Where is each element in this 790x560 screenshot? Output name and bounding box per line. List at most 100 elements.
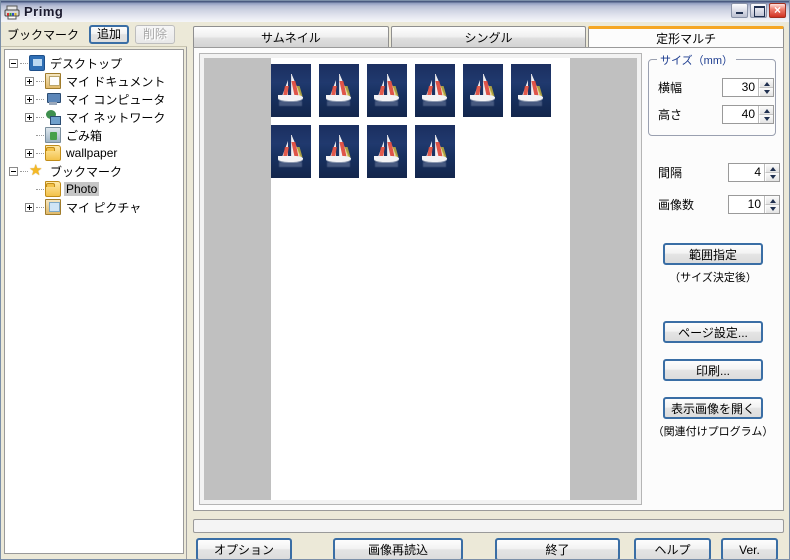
stepper-down-icon[interactable] xyxy=(765,205,779,213)
tab-fixed-multi[interactable]: 定形マルチ xyxy=(588,26,785,48)
options-button[interactable]: オプション xyxy=(196,538,292,559)
tree-item[interactable]: マイ ドキュメント xyxy=(5,72,183,90)
minimize-button[interactable] xyxy=(731,3,748,18)
stepper-arrows[interactable] xyxy=(764,164,779,181)
tab-single[interactable]: シングル xyxy=(390,26,587,48)
height-label: 高さ xyxy=(658,108,683,122)
tree-item-label: wallpaper xyxy=(66,146,118,160)
stepper-arrows[interactable] xyxy=(764,196,779,213)
tree-item[interactable]: wallpaper xyxy=(5,144,183,162)
stepper-up-icon[interactable] xyxy=(759,106,773,115)
tab-label: サムネイル xyxy=(260,31,321,45)
reload-images-button[interactable]: 画像再読込 xyxy=(333,538,463,559)
size-group-box: サイズ（mm） xyxy=(648,52,776,136)
window-controls: × xyxy=(731,3,786,18)
exit-button[interactable]: 終了 xyxy=(495,538,620,559)
stepper-up-icon[interactable] xyxy=(759,79,773,88)
close-button[interactable]: × xyxy=(769,3,786,18)
stepper-arrows[interactable] xyxy=(758,106,773,123)
folder-icon xyxy=(45,145,61,161)
help-button[interactable]: ヘルプ xyxy=(634,538,711,559)
hull xyxy=(326,95,351,101)
thumbnail-image[interactable] xyxy=(415,125,455,178)
thumbnail-image[interactable] xyxy=(271,125,311,178)
delete-bookmark-button: 削除 xyxy=(135,24,176,44)
add-bookmark-button[interactable]: 追加 xyxy=(89,24,130,44)
computer-icon xyxy=(45,91,61,107)
stepper-arrows[interactable] xyxy=(758,79,773,96)
main-area: サムネイル シングル 定形マルチ サイズ（mm） 横幅 30 高さ 40 間隔 … xyxy=(188,22,789,559)
expander-plus-icon[interactable] xyxy=(25,112,34,122)
print-button[interactable]: 印刷... xyxy=(663,359,763,381)
stepper-down-icon[interactable] xyxy=(759,115,773,123)
margin-band-right xyxy=(570,58,637,500)
water-reflection xyxy=(423,162,446,167)
water-reflection xyxy=(375,101,398,106)
tree-item[interactable]: ブックマーク xyxy=(5,161,183,180)
tree-item-label: デスクトップ xyxy=(50,56,123,71)
water-reflection xyxy=(327,162,350,167)
print-preview[interactable] xyxy=(199,53,642,505)
thumbnail-image[interactable] xyxy=(271,64,311,117)
hull xyxy=(422,95,447,101)
expander-minus-icon[interactable] xyxy=(9,166,18,176)
tree-connector xyxy=(36,188,44,190)
spacing-field-row: 間隔 4 xyxy=(658,163,780,182)
height-value[interactable]: 40 xyxy=(723,106,758,123)
tree-item[interactable]: マイ ピクチャ xyxy=(5,198,183,216)
count-value[interactable]: 10 xyxy=(729,196,764,213)
count-label: 画像数 xyxy=(658,198,695,212)
expander-minus-icon[interactable] xyxy=(9,58,18,68)
tree-connector xyxy=(36,152,44,154)
thumbnail-image[interactable] xyxy=(319,64,359,117)
stepper-up-icon[interactable] xyxy=(765,164,779,173)
page-setup-button[interactable]: ページ設定... xyxy=(663,321,763,343)
thumbnail-image[interactable] xyxy=(367,125,407,178)
tree-item[interactable]: マイ コンピュータ xyxy=(5,90,183,108)
range-select-button[interactable]: 範囲指定 xyxy=(663,243,763,265)
tab-page: サイズ（mm） 横幅 30 高さ 40 間隔 4 画像数 10 範囲指定 （サイ… xyxy=(193,47,784,511)
application-window: Primg × ブックマーク 追加 削除 デスクトップ マイ ドキュメント マイ… xyxy=(0,0,790,560)
expander-plus-icon[interactable] xyxy=(25,76,34,86)
thumbnail-image[interactable] xyxy=(415,64,455,117)
tree-item[interactable]: デスクトップ xyxy=(5,54,183,72)
expander-plus-icon[interactable] xyxy=(25,202,34,212)
recycle-bin-icon xyxy=(45,127,61,143)
tree-item-label: マイ ネットワーク xyxy=(66,110,166,125)
tree-item-photo[interactable]: Photo xyxy=(5,180,183,198)
page-sheet xyxy=(204,58,637,500)
sidebar: ブックマーク 追加 削除 デスクトップ マイ ドキュメント マイ コンピュータ … xyxy=(1,22,187,559)
stepper-down-icon[interactable] xyxy=(759,88,773,96)
tree-item-label: ブックマーク xyxy=(50,164,123,179)
thumbnail-image[interactable] xyxy=(319,125,359,178)
folder-icon xyxy=(45,181,61,197)
width-value[interactable]: 30 xyxy=(723,79,758,96)
thumbnail-image[interactable] xyxy=(511,64,551,117)
thumbnail-grid xyxy=(271,64,570,186)
height-stepper[interactable]: 40 xyxy=(722,105,774,124)
expander-plus-icon[interactable] xyxy=(25,148,34,158)
width-stepper[interactable]: 30 xyxy=(722,78,774,97)
tree-item[interactable]: ごみ箱 xyxy=(5,126,183,144)
tree-item-label: ごみ箱 xyxy=(66,128,103,143)
hull xyxy=(518,95,543,101)
tab-thumbnail[interactable]: サムネイル xyxy=(193,26,389,48)
spacing-value[interactable]: 4 xyxy=(729,164,764,181)
spacing-stepper[interactable]: 4 xyxy=(728,163,780,182)
width-label: 横幅 xyxy=(658,81,683,95)
stepper-up-icon[interactable] xyxy=(765,196,779,205)
expander-plus-icon[interactable] xyxy=(25,94,34,104)
folder-tree[interactable]: デスクトップ マイ ドキュメント マイ コンピュータ マイ ネットワーク ごみ箱… xyxy=(4,49,184,554)
thumbnail-image[interactable] xyxy=(367,64,407,117)
printer-icon xyxy=(4,4,20,20)
stepper-down-icon[interactable] xyxy=(765,173,779,181)
tree-item[interactable]: マイ ネットワーク xyxy=(5,108,183,126)
hull xyxy=(278,156,303,162)
open-displayed-image-button[interactable]: 表示画像を開く xyxy=(663,397,763,419)
water-reflection xyxy=(279,162,302,167)
thumbnail-image[interactable] xyxy=(463,64,503,117)
water-reflection xyxy=(519,101,542,106)
version-button[interactable]: Ver. xyxy=(721,538,778,559)
maximize-button[interactable] xyxy=(750,3,767,18)
count-stepper[interactable]: 10 xyxy=(728,195,780,214)
